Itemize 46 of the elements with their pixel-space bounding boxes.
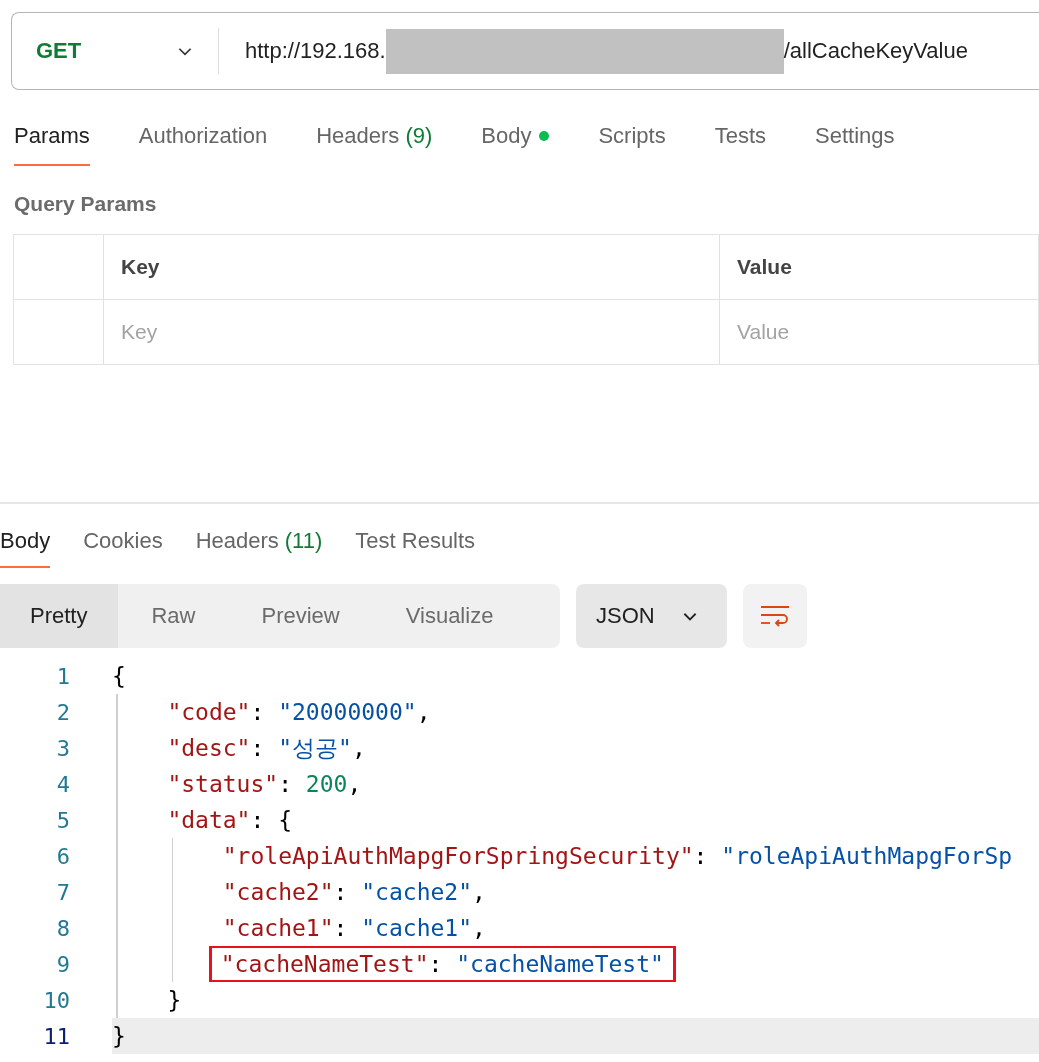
request-tab[interactable]: Settings xyxy=(815,108,895,166)
view-mode-tab[interactable]: Pretty xyxy=(0,584,119,648)
format-dropdown[interactable]: JSON xyxy=(576,584,727,648)
param-input[interactable]: Key xyxy=(121,320,321,344)
line-number: 9 xyxy=(55,951,70,977)
column-header: Value xyxy=(720,235,1039,300)
response-tab[interactable]: Headers (11) xyxy=(195,516,323,568)
code-line: } xyxy=(112,1022,126,1050)
line-number: 5 xyxy=(55,807,70,833)
request-tab[interactable]: Authorization xyxy=(138,108,268,166)
response-tab[interactable]: Cookies xyxy=(83,516,163,568)
code-line: "cache2": "cache2", xyxy=(222,878,486,906)
code-line: "roleApiAuthMapgForSpringSecurity": "roleApiAuthMapgForSp xyxy=(222,842,1013,870)
response-tab[interactable]: Body xyxy=(0,516,51,568)
line-number: 10 xyxy=(42,987,70,1013)
line-number: 6 xyxy=(55,843,70,869)
request-tab[interactable]: Params xyxy=(14,108,90,166)
code-line: "data": { xyxy=(167,806,292,834)
code-line: { xyxy=(112,662,126,690)
url-field[interactable]: http://192.168. /allCacheKeyValue xyxy=(219,28,968,74)
line-number: 2 xyxy=(55,699,70,725)
code-line: "status": 200, xyxy=(167,770,362,798)
param-input[interactable]: Value xyxy=(737,320,937,344)
method-dropdown[interactable]: GET xyxy=(12,38,218,64)
code-line: "code": "20000000", xyxy=(167,698,431,726)
request-tab[interactable]: Tests xyxy=(714,108,767,166)
line-number: 4 xyxy=(55,771,70,797)
column-header: Key xyxy=(104,235,720,300)
section-title: Query Params xyxy=(14,192,158,216)
line-number: 3 xyxy=(55,735,70,761)
wrap-lines-icon xyxy=(760,604,790,628)
code-line: "cache1": "cache1", xyxy=(222,914,486,942)
view-mode-tab[interactable]: Raw xyxy=(118,584,229,648)
request-tab[interactable]: Headers (9) xyxy=(316,108,433,166)
code-line: } xyxy=(167,986,182,1014)
view-mode-tab[interactable]: Visualize xyxy=(372,584,527,648)
view-mode-tab[interactable]: Preview xyxy=(228,584,373,648)
line-number: 7 xyxy=(55,879,70,905)
wrap-button[interactable] xyxy=(743,584,807,648)
line-number: 8 xyxy=(55,915,70,941)
line-number: 11 xyxy=(42,1023,70,1049)
response-tab[interactable]: Test Results xyxy=(355,516,476,568)
line-number: 1 xyxy=(55,663,70,689)
request-tab[interactable]: Scripts xyxy=(598,108,666,166)
request-tab[interactable]: Body xyxy=(481,108,550,166)
code-line: "desc": "성공", xyxy=(167,733,366,763)
